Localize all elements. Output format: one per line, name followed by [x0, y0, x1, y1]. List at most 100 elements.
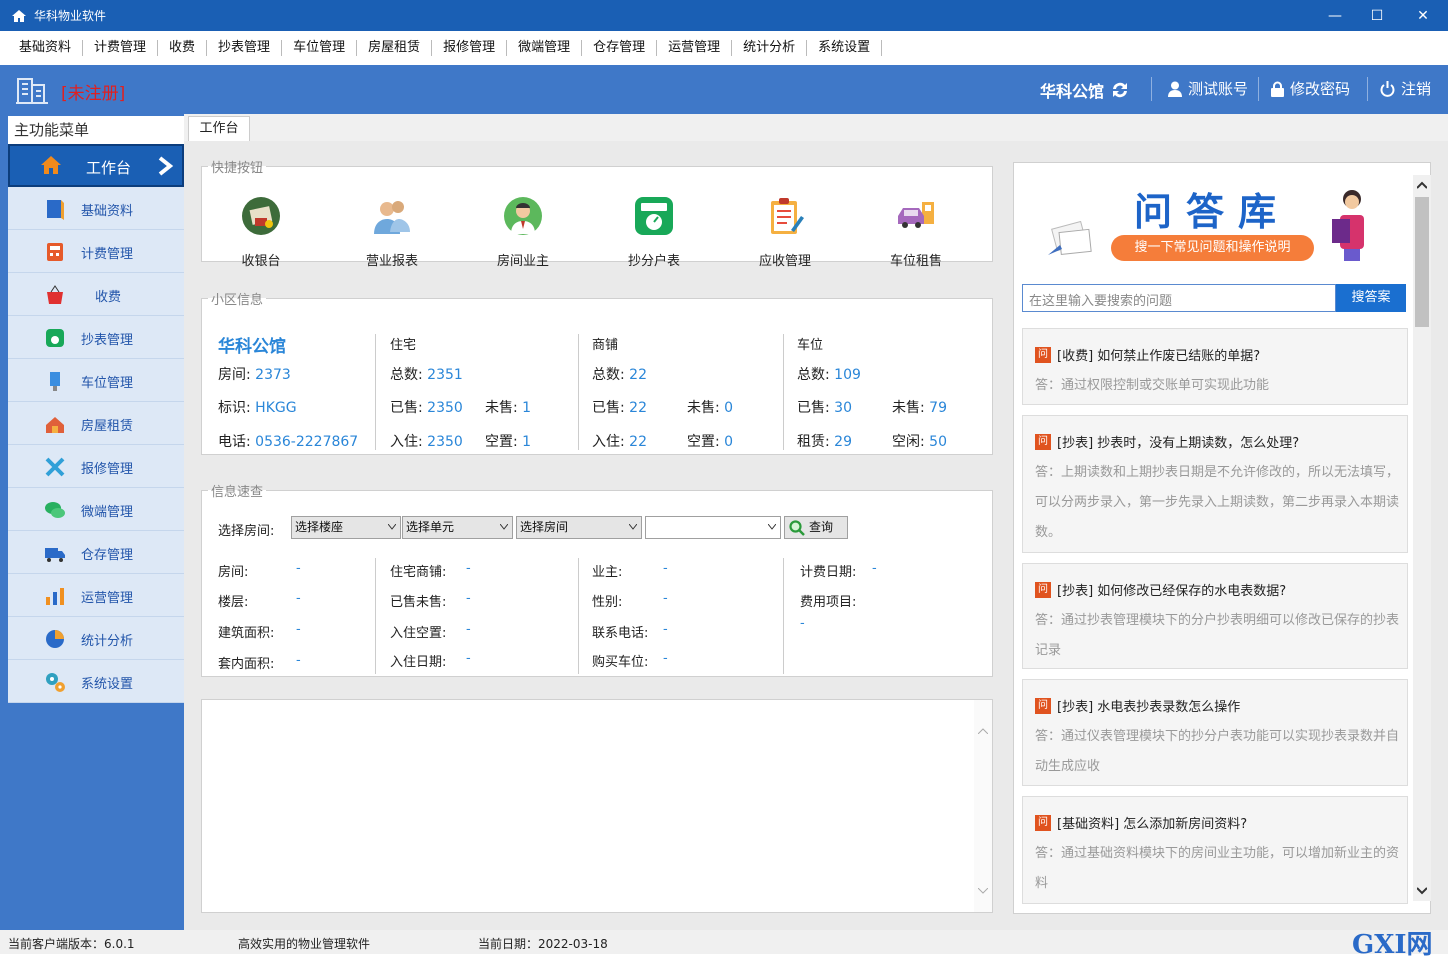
faq-question: 问 [抄表] 抄表时，没有上期读数，怎么处理?: [1035, 432, 1299, 451]
query-label: 查询: [809, 520, 834, 534]
menu-repair[interactable]: 报修管理: [432, 31, 506, 65]
sidebar-item-billing[interactable]: 计费管理: [8, 230, 184, 273]
faq-answer: 答：通过权限控制或交账单可实现此功能: [1035, 378, 1270, 393]
faq-item[interactable]: 问 [收费] 如何禁止作废已结账的单据? 答：通过权限控制或交账单可实现此功能: [1022, 328, 1408, 405]
field-value: -: [296, 561, 301, 576]
sidebar-nav: 工作台 基础资料 计费管理 收费 抄表管理 车位管理 房屋租赁 报修管理 微端管理 仓存管理 运营管…: [8, 144, 184, 703]
field-value: -: [663, 561, 668, 576]
faq-scroll-thumb[interactable]: [1415, 197, 1429, 327]
faq-item[interactable]: 问 [抄表] 抄表时，没有上期读数，怎么处理? 答：上期读数和上期抄表日期是不允许…: [1022, 415, 1408, 553]
sidebar-item-statistics[interactable]: 统计分析: [8, 617, 184, 660]
chevron-up-icon[interactable]: [1417, 181, 1427, 189]
field-label: 已售未售:: [390, 595, 447, 610]
room-combo-input[interactable]: [645, 516, 781, 539]
faq-question-text: [收费] 如何禁止作废已结账的单据?: [1057, 349, 1261, 364]
sidebar-item-parking[interactable]: 车位管理: [8, 359, 184, 402]
faq-answer: 答：通过抄表管理模块下的分户抄表明细可以修改已保存的抄表记录: [1035, 613, 1400, 658]
menu-micro[interactable]: 微端管理: [507, 31, 581, 65]
meter-reading-icon: [634, 196, 674, 236]
field-type: 住宅商铺: -: [390, 561, 471, 580]
field-label: 入住空置:: [390, 626, 447, 641]
column-divider: [783, 334, 784, 450]
chevron-right-icon: [158, 156, 176, 176]
quick-meter-button[interactable]: 抄分户表: [609, 196, 699, 269]
room-select[interactable]: 选择房间: [516, 516, 642, 539]
field-area: 建筑面积: -: [218, 622, 301, 641]
pie-chart-icon: [44, 628, 66, 650]
field-value: -: [663, 622, 668, 637]
rented-value: 29: [834, 434, 852, 450]
chevron-down-icon: [500, 524, 508, 530]
field-room: 房间: -: [218, 561, 301, 580]
building-logo-icon: [16, 75, 48, 105]
menu-rental[interactable]: 房屋租赁: [357, 31, 431, 65]
vertical-scrollbar[interactable]: [974, 700, 992, 912]
quick-receivable-button[interactable]: 应收管理: [740, 196, 830, 269]
faq-search-input[interactable]: 在这里输入要搜索的问题: [1022, 284, 1336, 312]
community-info-panel: 小区信息 华科公馆 房间: 2373 标识: HKGG 电话: 0536-222…: [201, 289, 993, 455]
maximize-button[interactable]: ☐: [1354, 0, 1400, 31]
sidebar-item-charge[interactable]: 收费: [8, 273, 184, 316]
faq-item[interactable]: 问 [基础资料] 怎么添加新房间资料? 答：通过基础资料模块下的房间业主功能，可以…: [1022, 796, 1408, 904]
faq-question-text: [抄表] 如何修改已经保存的水电表数据?: [1057, 584, 1287, 599]
chevron-down-icon[interactable]: [1417, 887, 1427, 895]
unit-select[interactable]: 选择单元: [402, 516, 513, 539]
account-button[interactable]: 测试账号: [1168, 78, 1248, 99]
menu-statistics[interactable]: 统计分析: [732, 31, 806, 65]
sidebar-item-settings[interactable]: 系统设置: [8, 660, 184, 703]
menu-meter[interactable]: 抄表管理: [207, 31, 281, 65]
field-value: -: [296, 622, 301, 637]
quick-owner-button[interactable]: 房间业主: [478, 196, 568, 269]
quick-parking-button[interactable]: 车位租售: [871, 196, 961, 269]
menu-charge[interactable]: 收费: [158, 31, 206, 65]
menu-settings[interactable]: 系统设置: [807, 31, 881, 65]
sidebar-item-repair[interactable]: 报修管理: [8, 445, 184, 488]
logout-button[interactable]: 注销: [1380, 78, 1431, 99]
quick-report-button[interactable]: 营业报表: [347, 196, 437, 269]
query-button[interactable]: 查询: [784, 516, 848, 539]
field-owner: 业主: -: [592, 561, 668, 580]
faq-item[interactable]: 问 [抄表] 如何修改已经保存的水电表数据? 答：通过抄表管理模块下的分户抄表明细…: [1022, 563, 1408, 669]
building-select[interactable]: 选择楼座: [291, 516, 401, 539]
header-separator: [1367, 77, 1368, 101]
woman-illustration-icon: [1332, 190, 1364, 261]
unregistered-label[interactable]: [未注册]: [61, 79, 125, 104]
sidebar-item-warehouse[interactable]: 仓存管理: [8, 531, 184, 574]
chevron-up-icon[interactable]: [978, 728, 988, 734]
community-switch[interactable]: 华科公馆: [1040, 78, 1130, 102]
sidebar-item-basic-data[interactable]: 基础资料: [8, 187, 184, 230]
sidebar-item-rental[interactable]: 房屋租赁: [8, 402, 184, 445]
sidebar-item-operations[interactable]: 运营管理: [8, 574, 184, 617]
quick-cashier-button[interactable]: 收银台: [216, 196, 306, 269]
parking-rented: 租赁: 29: [797, 431, 852, 451]
menu-warehouse[interactable]: 仓存管理: [582, 31, 656, 65]
column-divider: [578, 558, 579, 674]
sidebar-item-micro[interactable]: 微端管理: [8, 488, 184, 531]
sold-value: 30: [834, 400, 852, 416]
column-divider: [783, 558, 784, 674]
quick-button-label: 收银台: [241, 254, 281, 269]
sidebar-item-workbench[interactable]: 工作台: [8, 144, 184, 187]
tab-workbench[interactable]: 工作台: [188, 116, 250, 142]
sold-label: 已售:: [390, 400, 423, 416]
menu-basic-data[interactable]: 基础资料: [8, 31, 82, 65]
column-divider: [578, 334, 579, 450]
menu-billing[interactable]: 计费管理: [83, 31, 157, 65]
chevron-down-icon[interactable]: [978, 888, 988, 894]
minimize-button[interactable]: —: [1312, 0, 1358, 31]
field-billing-date: 计费日期: -: [800, 561, 877, 580]
sold-label: 已售:: [592, 400, 625, 416]
shops-title: 商铺: [592, 338, 619, 353]
menu-operations[interactable]: 运营管理: [657, 31, 731, 65]
close-button[interactable]: ✕: [1400, 0, 1446, 31]
menu-parking[interactable]: 车位管理: [282, 31, 356, 65]
sidebar-item-meter[interactable]: 抄表管理: [8, 316, 184, 359]
faq-item[interactable]: 问 [抄表] 水电表抄表录数怎么操作 答：通过仪表管理模块下的抄分户表功能可以实现…: [1022, 679, 1408, 786]
faq-search-button[interactable]: 搜答案: [1336, 284, 1406, 312]
unsold-label: 未售:: [892, 400, 925, 416]
detail-text-area[interactable]: [201, 699, 993, 913]
faq-scrollbar[interactable]: [1413, 175, 1431, 901]
shops-unsold: 未售: 0: [687, 397, 733, 417]
field-value: -: [663, 651, 668, 666]
change-password-button[interactable]: 修改密码: [1271, 78, 1350, 99]
